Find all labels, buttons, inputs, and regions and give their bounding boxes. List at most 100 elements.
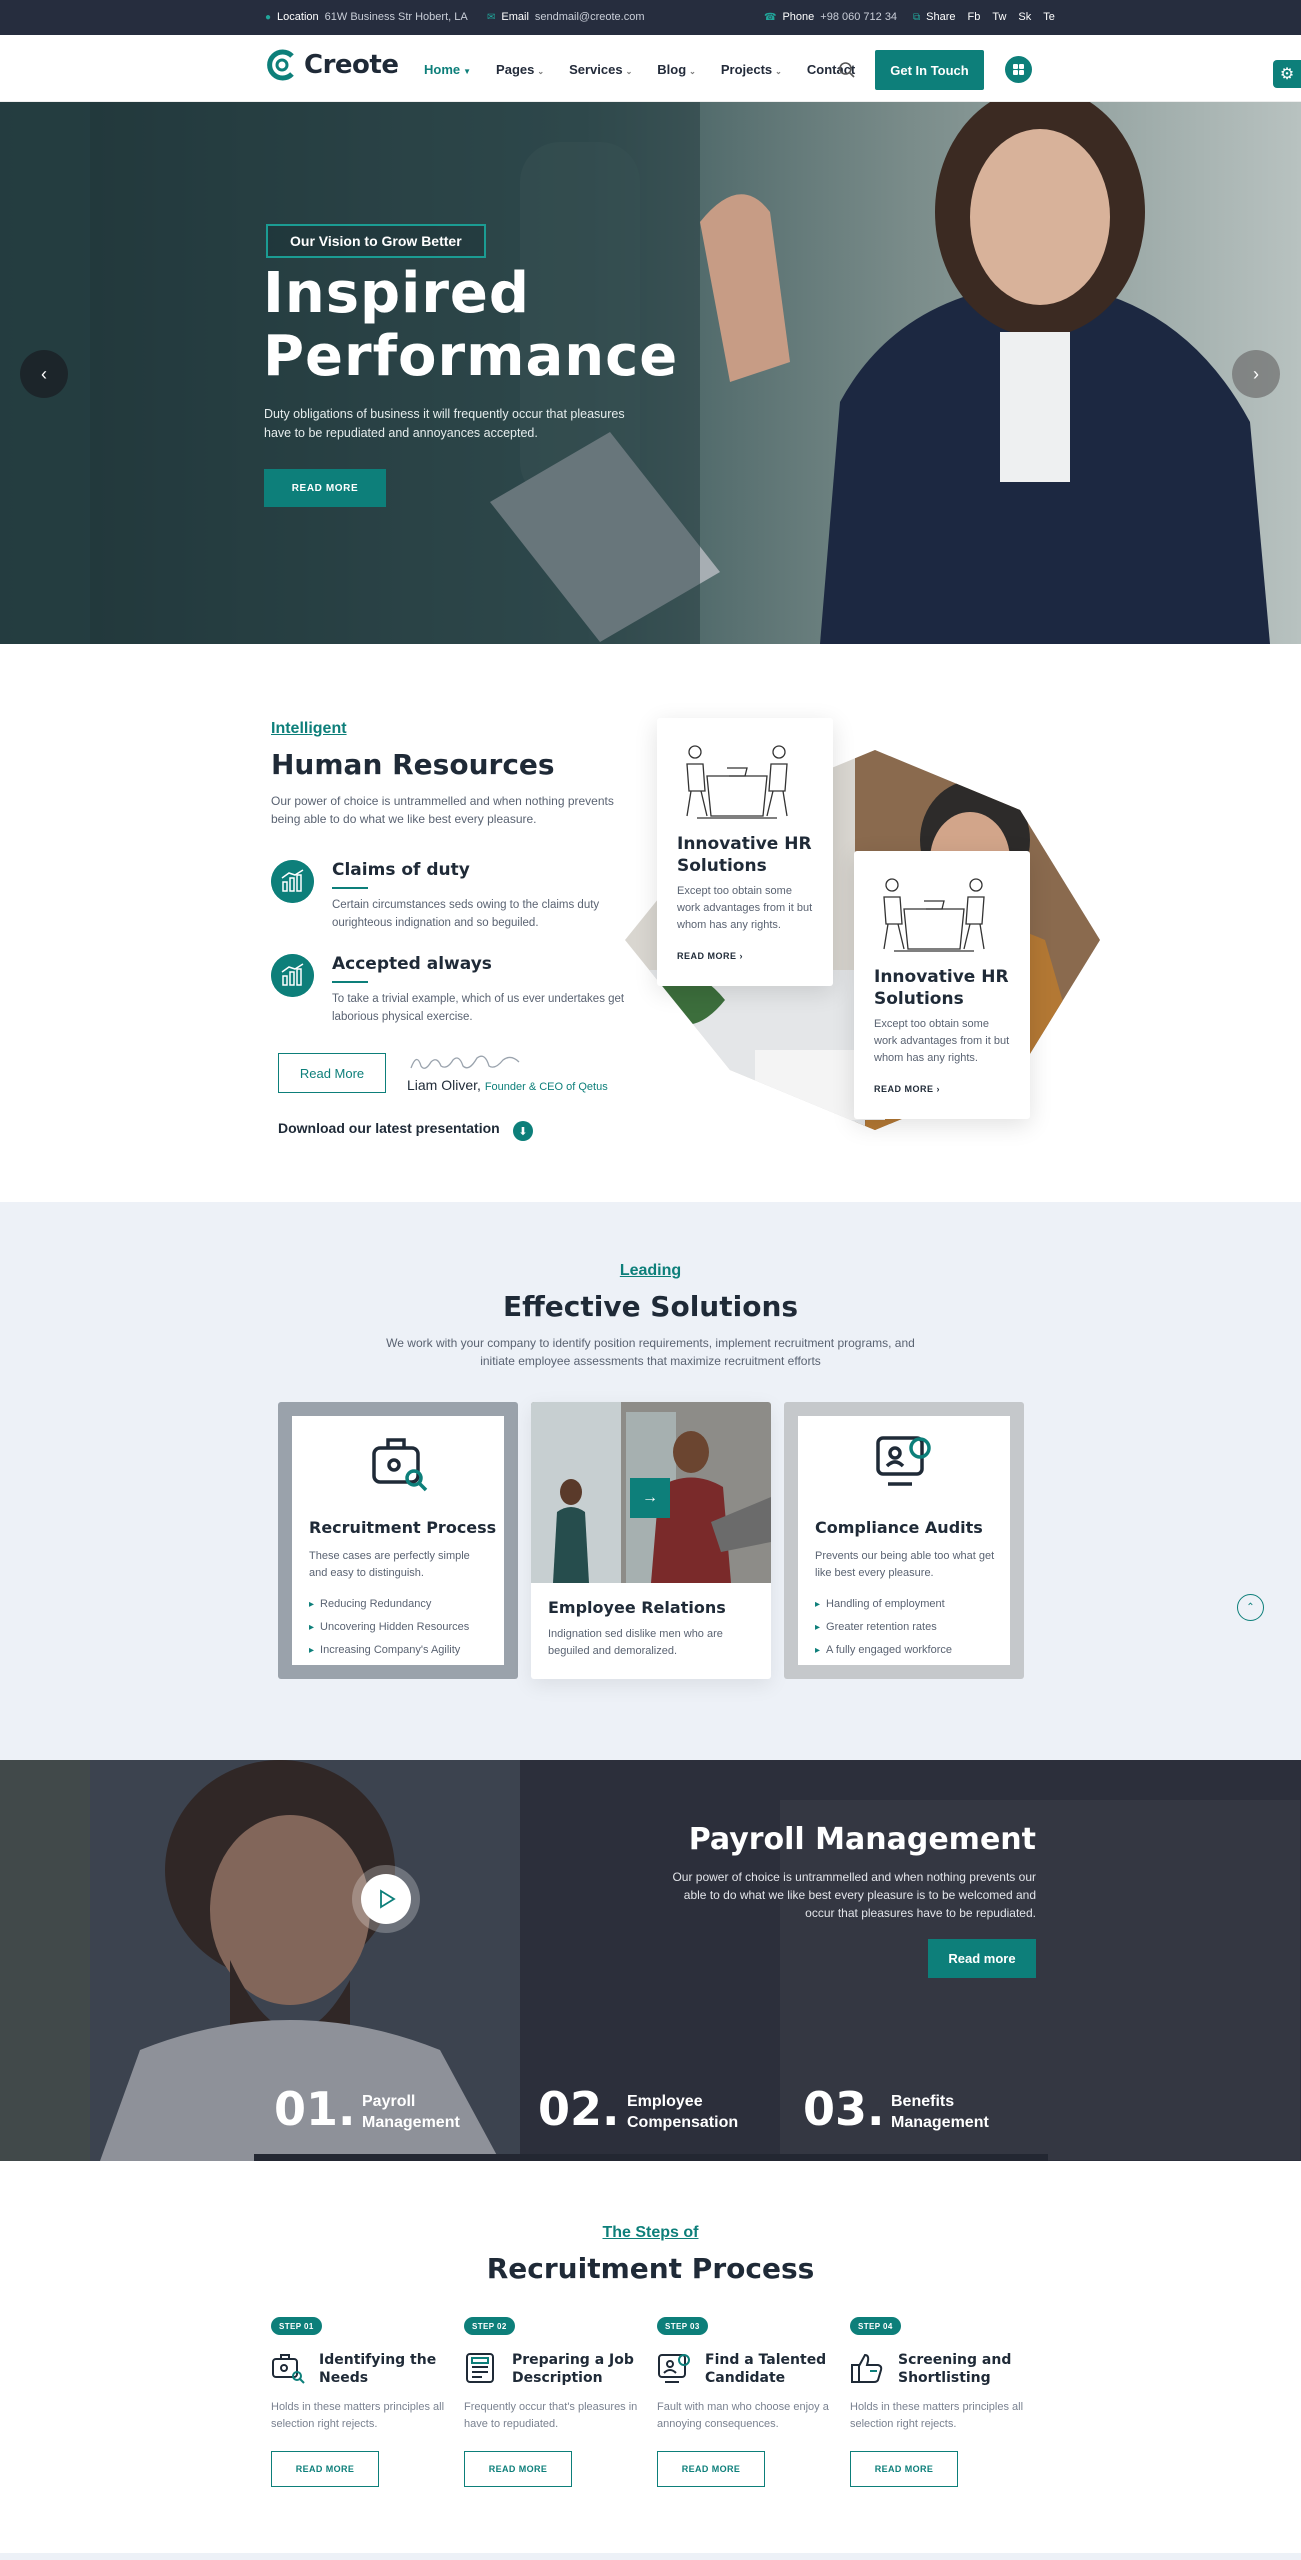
step-read-more-button[interactable]: READ MORE [271, 2451, 379, 2487]
card-read-more-link[interactable]: READ MORE › [677, 951, 743, 961]
hero-title: Inspired Performance [263, 262, 678, 388]
payroll-step-number: 02. [538, 2082, 620, 2136]
chart-growth-icon [271, 954, 314, 997]
step-read-more-button[interactable]: READ MORE [850, 2451, 958, 2487]
scroll-to-top-button[interactable]: ⌃ [1237, 1594, 1264, 1621]
chevron-left-icon: ‹ [41, 363, 47, 384]
facebook-link[interactable]: Fb [968, 11, 981, 23]
nav-services-label: Services [569, 62, 623, 77]
payroll-step-line2: Compensation [627, 2114, 739, 2131]
feature-claims-of-duty: Claims of duty Certain circumstances sed… [271, 860, 641, 940]
location-info: ● Location 61W Business Str Hobert, LA [265, 11, 468, 23]
skype-link[interactable]: Sk [1018, 11, 1031, 23]
location-label: Location [277, 11, 319, 23]
phone-info[interactable]: ☎ Phone +98 060 712 34 [764, 11, 897, 23]
step-badge: STEP 03 [657, 2317, 708, 2335]
telegram-link[interactable]: Te [1043, 11, 1055, 23]
payroll-read-more-button[interactable]: Read more [928, 1939, 1036, 1978]
hr-subtitle: Intelligent [271, 720, 347, 737]
chart-growth-icon [271, 860, 314, 903]
chevron-up-icon: ⌃ [1246, 1602, 1255, 1613]
grid-menu-icon[interactable] [1005, 56, 1032, 83]
chevron-right-icon: › [1253, 363, 1259, 384]
list-item: Handling of employment [815, 1598, 952, 1621]
search-icon[interactable] [838, 61, 856, 79]
payroll-step-number: 03. [803, 2082, 885, 2136]
solutions-title: Effective Solutions [502, 1290, 799, 1323]
chevron-down-icon: ⌄ [775, 67, 782, 76]
solution-card-text: Indignation sed dislike men who are begu… [548, 1628, 723, 1657]
hr-title: Human Resources [271, 748, 555, 781]
email-label: Email [501, 11, 529, 23]
hero-tagline: Our Vision to Grow Better [266, 224, 486, 258]
thumbs-up-icon [851, 2353, 883, 2383]
hero-slider: Our Vision to Grow Better Inspired Perfo… [0, 102, 1301, 644]
solution-card-recruitment: Recruitment Process These cases are perf… [278, 1402, 518, 1679]
phone-value[interactable]: +98 060 712 34 [820, 11, 897, 23]
payroll-section: Payroll Management Our power of choice i… [0, 1760, 1301, 2161]
hero-description: Duty obligations of business it will fre… [264, 407, 625, 440]
card-read-more-label: READ MORE [677, 951, 737, 961]
chevron-down-icon: ▼ [463, 67, 472, 76]
nav-projects-label: Projects [720, 62, 773, 77]
chevron-down-icon: ⌄ [689, 67, 696, 76]
download-icon[interactable]: ⬇ [513, 1121, 533, 1141]
recruitment-title: Recruitment Process [486, 2252, 815, 2285]
download-presentation-link[interactable]: Download our latest presentation [278, 1120, 500, 1136]
presentation-user-icon [876, 1436, 931, 1486]
envelope-icon: ✉ [487, 11, 496, 23]
solution-card-text: These cases are perfectly simple and eas… [309, 1550, 470, 1579]
payroll-step-line1: Benefits [891, 2093, 955, 2110]
nav-projects[interactable]: Projects ⌄ [721, 62, 782, 77]
chevron-right-icon: › [739, 951, 744, 961]
main-nav: Home ▼ Pages ⌄ Services ⌄ Blog ⌄ Projects ⌄ C… [424, 62, 855, 77]
step-read-more-button[interactable]: READ MORE [657, 2451, 765, 2487]
share-links: ⧉ Share Fb Tw Sk Te [913, 11, 1055, 23]
solution-card-compliance: Compliance Audits Prevents our being abl… [784, 1402, 1024, 1679]
hr-read-more-button[interactable]: Read More [278, 1053, 386, 1093]
solution-card-employee-relations: → Employee Relations Indignation sed dis… [531, 1402, 771, 1679]
email-info[interactable]: ✉ Email sendmail@creote.com [487, 11, 645, 23]
nav-home[interactable]: Home ▼ [424, 62, 471, 77]
payroll-step-line1: Payroll [362, 2093, 416, 2110]
hero-read-more-button[interactable]: READ MORE [264, 469, 386, 507]
step-text: Fault with man who choose enjoy a annoyi… [657, 2401, 829, 2430]
feature-underline [332, 981, 368, 983]
site-logo[interactable]: Creote [264, 47, 399, 83]
card-read-more-link[interactable]: READ MORE › [874, 1084, 940, 1094]
step-title: Find a Talented Candidate [705, 2352, 827, 2386]
payroll-step-label[interactable]: Benefits Management [891, 2091, 989, 2133]
play-video-button[interactable] [352, 1865, 420, 1933]
payroll-step-label[interactable]: Employee Compensation [627, 2091, 738, 2133]
slider-next-button[interactable]: › [1232, 350, 1280, 398]
settings-gear-icon[interactable]: ⚙ [1273, 60, 1301, 88]
phone-label: Phone [782, 11, 815, 23]
card-title: Innovative HR Solutions [677, 834, 812, 876]
nav-services[interactable]: Services ⌄ [569, 62, 632, 77]
founder-signature [410, 1055, 520, 1069]
card-title: Innovative HR Solutions [874, 967, 1009, 1009]
nav-blog[interactable]: Blog ⌄ [657, 62, 696, 77]
arrow-right-icon[interactable]: → [630, 1478, 670, 1518]
list-item: Reducing Redundancy [309, 1598, 469, 1621]
chevron-right-icon: › [936, 1084, 941, 1094]
email-value[interactable]: sendmail@creote.com [535, 11, 645, 23]
get-in-touch-button[interactable]: Get In Touch [875, 50, 984, 90]
nav-pages[interactable]: Pages ⌄ [496, 62, 544, 77]
slider-prev-button[interactable]: ‹ [20, 350, 68, 398]
twitter-link[interactable]: Tw [992, 11, 1006, 23]
card-read-more-label: READ MORE [874, 1084, 934, 1094]
list-item: Uncovering Hidden Resources [309, 1621, 469, 1644]
founder-name: Liam Oliver, [407, 1077, 481, 1093]
list-item: Increasing Company's Agility [309, 1644, 469, 1667]
solution-card-title: Employee Relations [548, 1598, 726, 1617]
nav-pages-label: Pages [496, 62, 535, 77]
step-read-more-button[interactable]: READ MORE [464, 2451, 572, 2487]
solutions-desc-line1: We work with your company to identify po… [386, 1336, 915, 1350]
hr-solution-card-2: Innovative HR Solutions Except too obtai… [854, 851, 1030, 1119]
hr-solution-card-1: Innovative HR Solutions Except too obtai… [657, 718, 833, 986]
payroll-step-label[interactable]: Payroll Management [362, 2091, 460, 2133]
solutions-desc-line2: initiate employee assessments that maxim… [480, 1354, 821, 1368]
feature-text: Certain circumstances seds owing to the … [332, 899, 600, 929]
briefcase-search-icon [372, 1438, 428, 1492]
